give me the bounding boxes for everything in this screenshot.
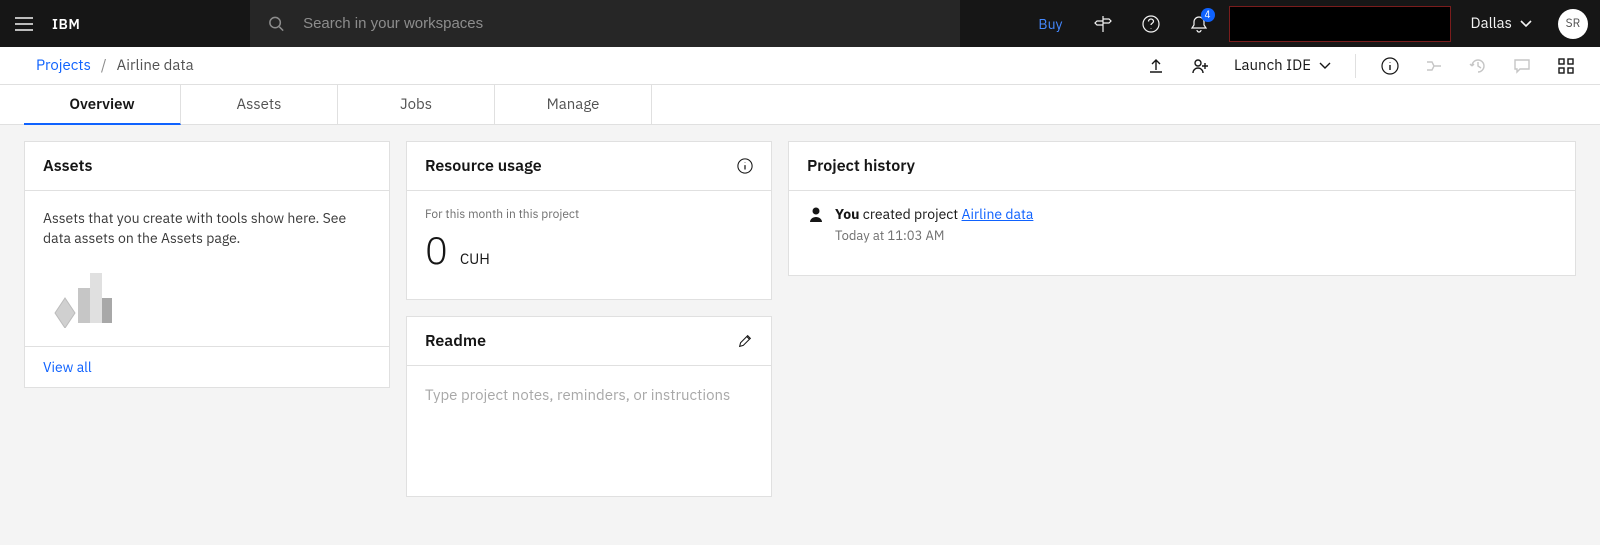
tab-manage[interactable]: Manage xyxy=(495,85,652,124)
notification-badge: 4 xyxy=(1201,8,1215,22)
edit-icon xyxy=(737,333,753,349)
user-icon xyxy=(807,205,825,223)
readme-card-title: Readme xyxy=(425,331,486,351)
resource-card-title: Resource usage xyxy=(425,156,542,176)
tabs: Overview Assets Jobs Manage xyxy=(0,85,1600,125)
usage-value: 0 xyxy=(425,226,448,275)
info-icon xyxy=(737,158,753,174)
search-region[interactable] xyxy=(250,0,960,47)
chat-icon xyxy=(1513,57,1531,75)
chevron-down-icon xyxy=(1319,62,1331,70)
avatar[interactable]: SR xyxy=(1558,9,1588,39)
flow-button xyxy=(1424,56,1444,76)
edit-readme-button[interactable] xyxy=(737,333,753,349)
add-collaborator-button[interactable] xyxy=(1190,56,1210,76)
info-icon xyxy=(1381,57,1399,75)
breadcrumb-current: Airline data xyxy=(117,56,194,75)
region-selector[interactable]: Dallas xyxy=(1457,14,1546,33)
breadcrumb-separator: / xyxy=(101,56,107,75)
alert-box[interactable] xyxy=(1229,6,1451,42)
history-action: created project xyxy=(860,205,962,223)
region-label: Dallas xyxy=(1471,14,1512,33)
signpost-icon xyxy=(1094,15,1112,33)
tab-jobs[interactable]: Jobs xyxy=(338,85,495,124)
action-divider xyxy=(1355,54,1356,78)
resource-usage-card: Resource usage For this month in this pr… xyxy=(406,141,772,300)
history-icon xyxy=(1469,57,1487,75)
assets-card-title: Assets xyxy=(43,156,93,176)
bars-icon xyxy=(43,258,113,328)
usage-period-label: For this month in this project xyxy=(425,207,753,222)
assets-card: Assets Assets that you create with tools… xyxy=(24,141,390,388)
history-avatar xyxy=(807,205,825,223)
history-actor: You xyxy=(835,205,860,223)
history-card-title: Project history xyxy=(807,156,915,176)
resource-info-button[interactable] xyxy=(737,158,753,174)
tab-assets[interactable]: Assets xyxy=(181,85,338,124)
flow-icon xyxy=(1425,57,1443,75)
hamburger-icon xyxy=(15,17,33,31)
assets-description: Assets that you create with tools show h… xyxy=(43,209,371,248)
add-user-icon xyxy=(1191,57,1209,75)
info-button[interactable] xyxy=(1380,56,1400,76)
history-entry: You created project Airline data xyxy=(835,205,1033,223)
apps-button[interactable] xyxy=(1556,56,1576,76)
help-icon xyxy=(1142,15,1160,33)
chevron-down-icon xyxy=(1520,20,1532,28)
search-icon xyxy=(268,15,285,33)
breadcrumb-root[interactable]: Projects xyxy=(36,56,91,75)
help-button[interactable] xyxy=(1127,0,1175,47)
search-input[interactable] xyxy=(303,15,942,32)
history-time: Today at 11:03 AM xyxy=(835,227,1033,244)
menu-button[interactable] xyxy=(0,17,48,31)
usage-unit: CUH xyxy=(460,250,490,269)
view-all-link[interactable]: View all xyxy=(43,358,92,376)
assets-illustration xyxy=(43,258,371,328)
history-link[interactable]: Airline data xyxy=(962,205,1034,223)
tab-overview[interactable]: Overview xyxy=(24,85,181,125)
buy-button[interactable]: Buy xyxy=(1022,0,1078,47)
readme-placeholder[interactable]: Type project notes, reminders, or instru… xyxy=(407,366,771,496)
readme-card: Readme Type project notes, reminders, or… xyxy=(406,316,772,497)
project-history-card: Project history You created project Airl… xyxy=(788,141,1576,276)
launch-ide-button[interactable]: Launch IDE xyxy=(1234,56,1331,75)
brand-label: IBM xyxy=(48,15,250,33)
grid-icon xyxy=(1557,57,1575,75)
upload-button[interactable] xyxy=(1146,56,1166,76)
guide-button[interactable] xyxy=(1079,0,1127,47)
breadcrumb: Projects / Airline data xyxy=(36,56,194,75)
upload-icon xyxy=(1147,57,1165,75)
notifications-button[interactable]: 4 xyxy=(1175,0,1223,47)
history-button xyxy=(1468,56,1488,76)
comments-button xyxy=(1512,56,1532,76)
launch-ide-label: Launch IDE xyxy=(1234,56,1311,75)
